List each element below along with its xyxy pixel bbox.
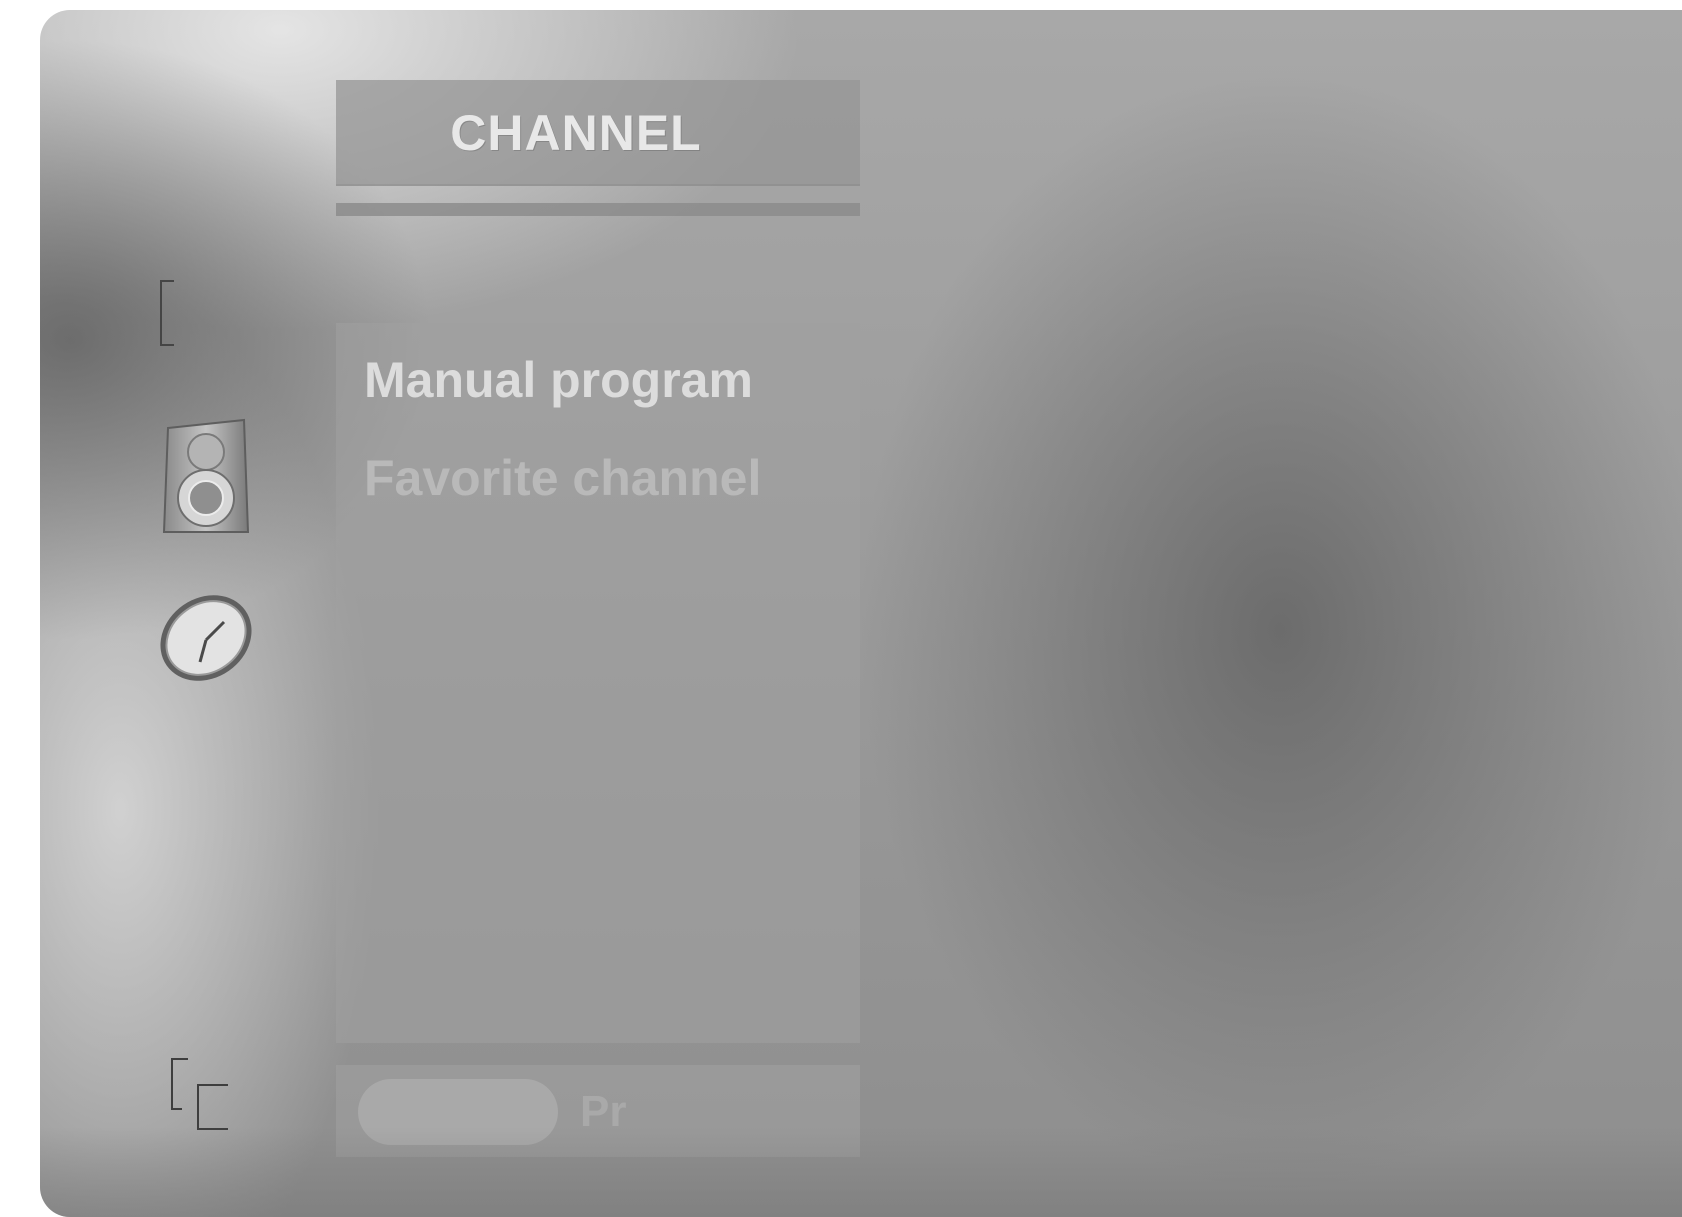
speaker-icon[interactable] — [160, 418, 260, 536]
menu-item-favorite-channel[interactable]: Favorite channel — [364, 449, 761, 507]
corner-bracket-icon[interactable] — [168, 1055, 232, 1133]
footer-hint-text: Pr — [580, 1087, 627, 1136]
clock-icon[interactable] — [150, 588, 260, 688]
menu-title: CHANNEL — [450, 105, 702, 161]
menu-item-manual-program[interactable]: Manual program — [364, 351, 753, 409]
footer-pill-button[interactable] — [358, 1079, 558, 1145]
menu-title-bar: CHANNEL — [336, 80, 860, 186]
menu-panel: Manual program Favorite channel — [336, 323, 860, 1043]
tv-osd-screen: CHANNEL Manual program Favorite channel … — [40, 10, 1682, 1217]
bracket-icon[interactable] — [160, 280, 174, 346]
footer-bar: Pr — [336, 1065, 860, 1157]
title-divider — [336, 203, 860, 216]
